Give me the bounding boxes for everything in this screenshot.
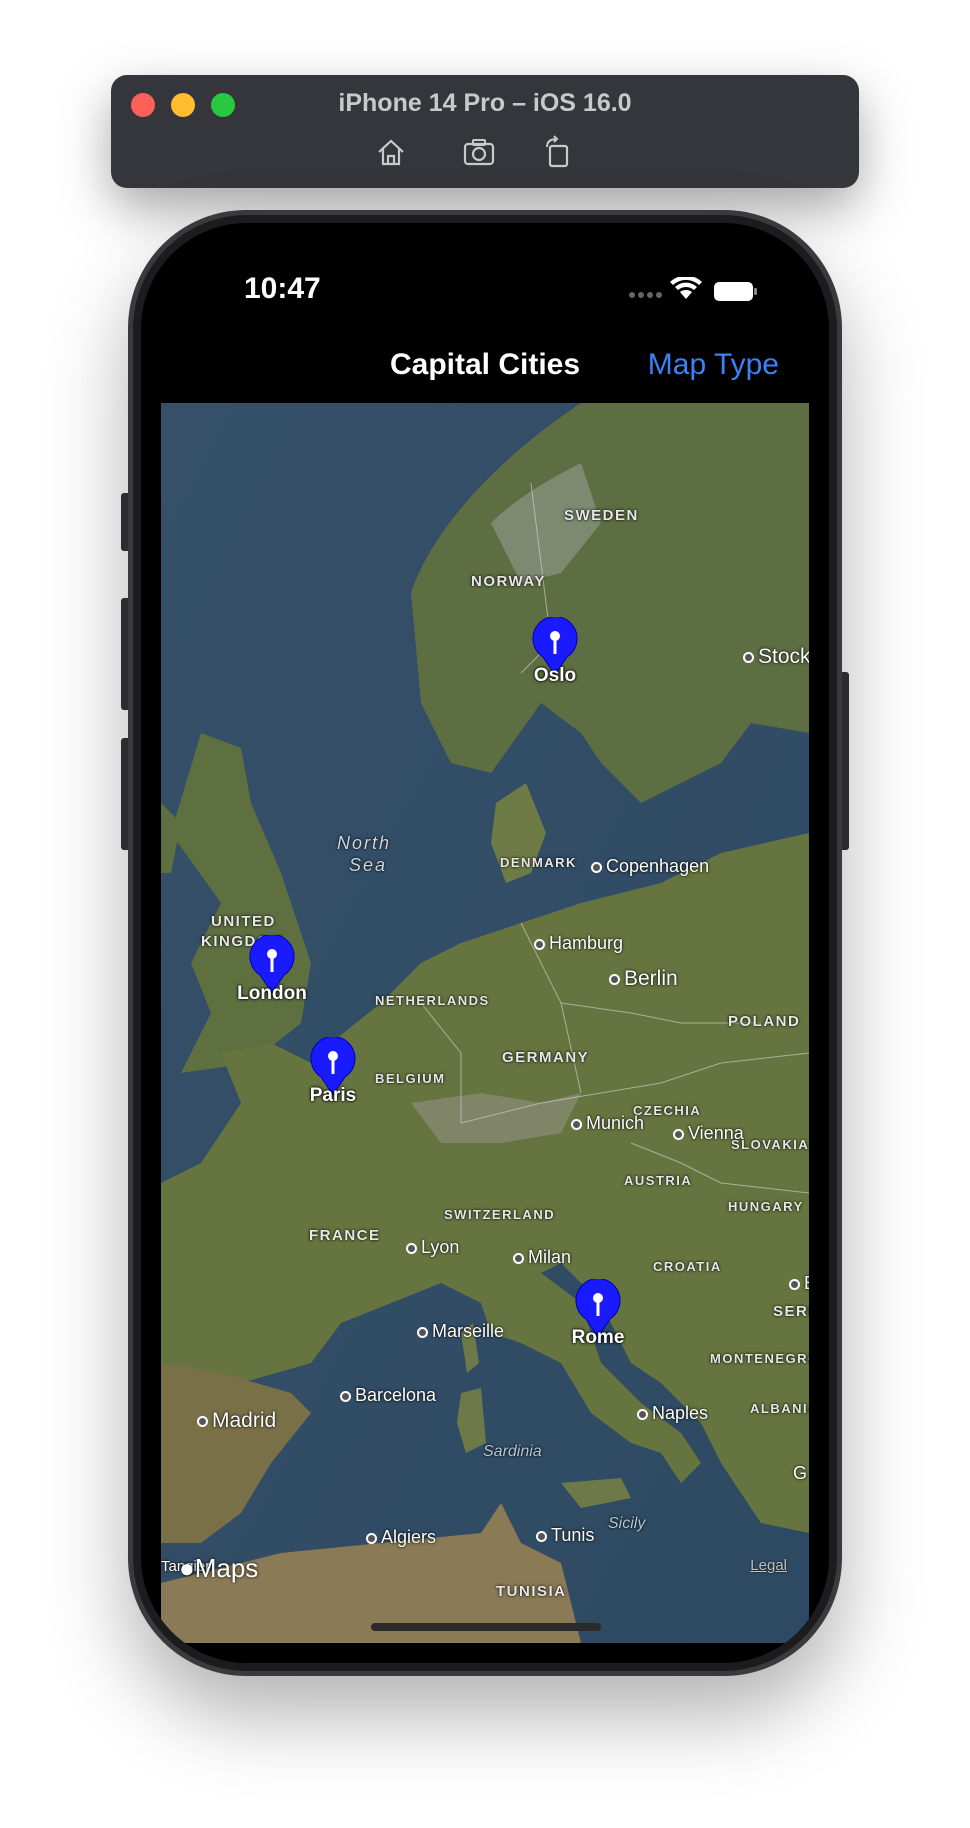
apple-logo-icon: ● (179, 1553, 195, 1583)
label-sardinia: Sardinia (483, 1443, 542, 1460)
label-denmark: DENMARK (500, 855, 577, 870)
city-vienna: Vienna (673, 1123, 744, 1144)
status-icons (626, 275, 766, 301)
city-copenhagen: Copenhagen (591, 856, 709, 877)
city-berlin: Berlin (609, 967, 678, 991)
city-barcelona-label: Barcelona (355, 1385, 437, 1405)
city-milan: Milan (513, 1247, 571, 1268)
city-lyon: Lyon (406, 1237, 459, 1258)
city-copenhagen-label: Copenhagen (606, 856, 710, 876)
city-dot (637, 1408, 648, 1420)
city-dot (197, 1415, 208, 1427)
city-stockholm: Stockh (743, 645, 809, 669)
city-milan-label: Milan (528, 1247, 572, 1267)
city-tunis: Tunis (536, 1525, 594, 1546)
city-algiers: Algiers (366, 1527, 436, 1548)
city-dot (406, 1242, 417, 1254)
city-dot (513, 1252, 524, 1264)
legal-link[interactable]: Legal (750, 1557, 787, 1574)
label-hungary: HUNGARY (728, 1199, 804, 1214)
city-munich: Munich (571, 1113, 644, 1134)
label-serbia-partial: SERB (773, 1303, 809, 1320)
city-algiers-label: Algiers (381, 1527, 437, 1547)
city-dot (743, 651, 754, 663)
label-norway: NORWAY (471, 573, 546, 590)
city-dot (417, 1326, 428, 1338)
city-stockholm-label: Stockh (758, 645, 809, 668)
city-budapest-label: B (804, 1273, 809, 1293)
label-germany: GERMANY (502, 1049, 590, 1066)
city-dot (609, 973, 620, 985)
label-montenegro: MONTENEGRO (710, 1351, 809, 1366)
city-lyon-label: Lyon (421, 1237, 460, 1257)
phone-screen: 10:47 Capital Cities Map Type SWEDEN NOR… (141, 223, 829, 1663)
status-time: 10:47 (244, 272, 321, 305)
pin-label-rome: Rome (571, 1327, 625, 1348)
cellular-signal-icon (629, 292, 662, 298)
city-dot (536, 1530, 547, 1542)
city-dot (673, 1128, 684, 1140)
city-marseille: Marseille (417, 1321, 504, 1342)
city-dot (340, 1390, 351, 1402)
city-munich-label: Munich (586, 1113, 645, 1133)
label-netherlands: NETHERLANDS (375, 993, 490, 1008)
city-marseille-label: Marseille (432, 1321, 505, 1341)
label-tunisia: TUNISIA (496, 1583, 567, 1600)
dynamic-island (391, 256, 579, 312)
map-type-button[interactable]: Map Type (648, 348, 779, 382)
wifi-icon (670, 275, 702, 299)
city-berlin-label: Berlin (624, 967, 678, 990)
pin-label-paris: Paris (309, 1085, 357, 1106)
label-sweden: SWEDEN (564, 507, 639, 524)
label-albania: ALBANIA (750, 1401, 809, 1416)
city-madrid-label: Madrid (212, 1409, 277, 1432)
city-hamburg: Hamburg (534, 933, 623, 954)
city-dot (591, 861, 602, 873)
city-barcelona: Barcelona (340, 1385, 436, 1406)
city-naples-label: Naples (652, 1403, 709, 1423)
label-north-sea-line2: Sea (349, 855, 388, 875)
city-vienna-label: Vienna (688, 1123, 744, 1143)
label-poland: POLAND (728, 1013, 801, 1030)
label-france: FRANCE (309, 1227, 381, 1244)
rotate-icon[interactable] (541, 135, 575, 169)
city-madrid: Madrid (197, 1409, 276, 1433)
battery-icon (714, 282, 757, 301)
apple-maps-logo: ●Maps (179, 1553, 258, 1584)
window-title: iPhone 14 Pro – iOS 16.0 (338, 89, 632, 117)
pin-label-london: London (237, 983, 307, 1004)
pin-label-oslo: Oslo (533, 665, 577, 686)
city-dot (789, 1278, 800, 1290)
city-budapest-partial: B (789, 1273, 809, 1294)
maps-logo-text: Maps (194, 1553, 259, 1583)
label-sicily: Sicily (608, 1515, 646, 1532)
label-north-sea-line1: North (337, 833, 392, 853)
label-belgium: BELGIUM (375, 1071, 446, 1086)
label-uk-line1: UNITED (211, 913, 276, 930)
label-switzerland: SWITZERLAND (444, 1207, 556, 1222)
city-naples: Naples (637, 1403, 708, 1424)
home-icon[interactable] (374, 135, 408, 169)
city-greece-partial: G (793, 1463, 808, 1483)
city-dot (366, 1532, 377, 1544)
label-croatia: CROATIA (653, 1259, 722, 1274)
home-indicator[interactable] (371, 1623, 601, 1631)
screenshot-icon[interactable] (462, 135, 496, 169)
city-dot (571, 1118, 582, 1130)
label-austria: AUSTRIA (624, 1173, 693, 1188)
city-tunis-label: Tunis (551, 1525, 595, 1545)
city-dot (534, 938, 545, 950)
city-hamburg-label: Hamburg (549, 933, 624, 953)
map-view[interactable]: SWEDEN NORWAY DENMARK UNITED KINGDOM NET… (161, 403, 809, 1643)
simulator-toolbar: iPhone 14 Pro – iOS 16.0 (111, 75, 859, 188)
